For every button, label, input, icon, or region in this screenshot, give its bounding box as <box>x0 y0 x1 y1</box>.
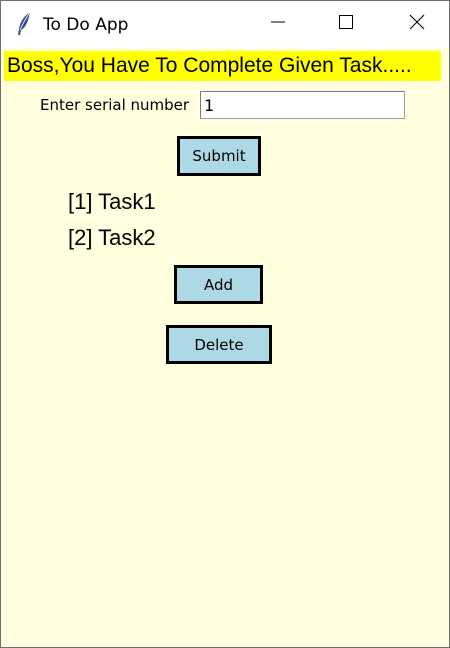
maximize-icon <box>339 15 353 34</box>
feather-icon <box>15 11 33 37</box>
add-button[interactable]: Add <box>174 265 263 304</box>
app-window: To Do App Boss,You Have To Complete Give… <box>0 0 450 648</box>
header-banner: Boss,You Have To Complete Given Task....… <box>4 51 441 81</box>
title-bar[interactable]: To Do App <box>1 1 449 48</box>
close-button[interactable] <box>394 1 440 48</box>
delete-button[interactable]: Delete <box>166 325 272 364</box>
minimize-button[interactable] <box>255 1 301 48</box>
submit-button[interactable]: Submit <box>177 136 261 176</box>
window-title: To Do App <box>43 15 129 35</box>
maximize-button[interactable] <box>323 1 369 48</box>
task-item: [2] Task2 <box>68 225 156 250</box>
minimize-icon <box>271 15 285 34</box>
close-icon <box>409 14 425 35</box>
serial-number-input[interactable] <box>200 91 405 119</box>
task-item: [1] Task1 <box>68 189 156 214</box>
serial-number-label: Enter serial number <box>40 96 190 114</box>
